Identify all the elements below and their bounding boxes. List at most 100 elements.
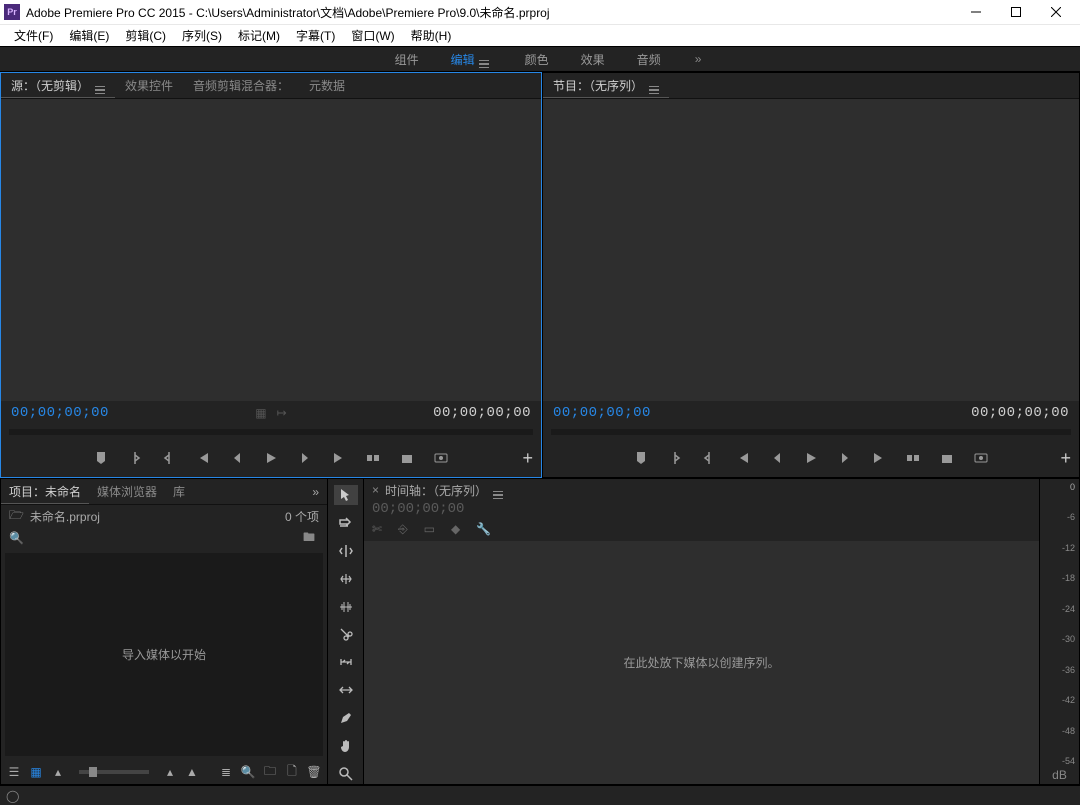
out-point-icon[interactable] — [701, 450, 717, 466]
program-timeline-scrubber[interactable] — [551, 429, 1071, 435]
workspace-menu-icon[interactable] — [479, 50, 489, 68]
slide-tool[interactable] — [334, 680, 358, 700]
program-timecode-left[interactable]: 00;00;00;00 — [553, 405, 651, 421]
menu-clip[interactable]: 剪辑(C) — [117, 27, 174, 44]
settings-icon[interactable]: 🔧 — [476, 522, 491, 536]
menu-marker[interactable]: 标记(M) — [230, 27, 288, 44]
workspace-effects[interactable]: 效果 — [565, 47, 621, 71]
marker-icon[interactable] — [633, 450, 649, 466]
search-icon[interactable]: 🔍 — [9, 531, 24, 545]
workspace-assembly[interactable]: 组件 — [379, 47, 435, 71]
insert-icon[interactable] — [365, 450, 381, 466]
menu-help[interactable]: 帮助(H) — [403, 27, 460, 44]
sort-small-icon[interactable]: ▴ — [163, 765, 177, 779]
tab-audio-clip-mixer[interactable]: 音频剪辑混合器： — [183, 73, 299, 98]
tab-metadata[interactable]: 元数据 — [299, 73, 355, 98]
icon-view-icon[interactable]: ▦ — [29, 765, 43, 779]
project-search-input[interactable] — [30, 531, 185, 545]
panel-menu-icon[interactable] — [649, 76, 659, 94]
play-icon[interactable] — [263, 450, 279, 466]
workspace-audio[interactable]: 音频 — [621, 47, 677, 71]
source-monitor-viewport[interactable] — [1, 99, 541, 401]
selection-tool[interactable] — [334, 485, 358, 505]
menu-file[interactable]: 文件(F) — [6, 27, 61, 44]
rate-stretch-tool[interactable] — [334, 597, 358, 617]
timeline-drop-area[interactable]: 在此处放下媒体以创建序列。 — [364, 541, 1039, 784]
program-timecode-right[interactable]: 00;00;00;00 — [971, 405, 1069, 421]
program-monitor-viewport[interactable] — [543, 99, 1079, 401]
loop-icon[interactable]: ↦ — [277, 406, 287, 420]
thumbnail-size-slider[interactable] — [79, 770, 149, 774]
close-panel-icon[interactable]: × — [372, 483, 379, 497]
new-item-icon[interactable]: 🗋 — [285, 765, 299, 779]
menu-window[interactable]: 窗口(W) — [343, 27, 402, 44]
add-button[interactable]: + — [1060, 448, 1071, 469]
out-point-icon[interactable] — [161, 450, 177, 466]
panel-menu-icon[interactable] — [493, 481, 503, 499]
add-marker-icon[interactable]: ▭ — [424, 522, 435, 536]
pen-tool[interactable] — [334, 708, 358, 728]
slip-tool[interactable] — [334, 652, 358, 672]
maximize-button[interactable] — [996, 0, 1036, 24]
project-tabs-more-icon[interactable]: » — [312, 485, 327, 499]
menu-title[interactable]: 字幕(T) — [288, 27, 343, 44]
export-frame-icon[interactable] — [433, 450, 449, 466]
minimize-button[interactable] — [956, 0, 996, 24]
razor-tool[interactable] — [334, 625, 358, 645]
overwrite-icon[interactable] — [399, 450, 415, 466]
new-bin-icon[interactable]: 🗀 — [263, 765, 277, 779]
clear-icon[interactable]: 🗑 — [307, 765, 321, 779]
go-to-out-icon[interactable] — [871, 450, 887, 466]
fit-icon[interactable]: ▦ — [255, 406, 266, 420]
snap-icon[interactable]: ✄ — [372, 522, 382, 536]
sort-large-icon[interactable]: ▲ — [185, 765, 199, 779]
tab-media-browser[interactable]: 媒体浏览器 — [89, 479, 165, 504]
timeline-marker-icon[interactable]: ◆ — [451, 522, 460, 536]
list-view-icon[interactable]: ☰ — [7, 765, 21, 779]
source-timeline-scrubber[interactable] — [9, 429, 533, 435]
workspace-color[interactable]: 颜色 — [509, 47, 565, 71]
workspace-editing[interactable]: 编辑 — [435, 47, 509, 71]
close-button[interactable] — [1036, 0, 1076, 24]
linked-selection-icon[interactable]: ⎆ — [398, 522, 408, 537]
tab-source[interactable]: 源：（无剪辑） — [1, 73, 115, 98]
menu-sequence[interactable]: 序列(S) — [174, 27, 230, 44]
creative-cloud-icon[interactable]: ◯ — [6, 789, 19, 803]
step-back-icon[interactable] — [769, 450, 785, 466]
ripple-edit-tool[interactable] — [334, 541, 358, 561]
find-icon[interactable]: 🔍 — [241, 765, 255, 779]
lift-icon[interactable] — [905, 450, 921, 466]
project-bin-area[interactable]: 导入媒体以开始 — [5, 553, 323, 756]
rolling-edit-tool[interactable] — [334, 569, 358, 589]
source-timecode-right[interactable]: 00;00;00;00 — [433, 405, 531, 421]
go-to-in-icon[interactable] — [735, 450, 751, 466]
timeline-timecode[interactable]: 00;00;00;00 — [364, 501, 1039, 517]
go-to-out-icon[interactable] — [331, 450, 347, 466]
step-back-icon[interactable] — [229, 450, 245, 466]
menu-edit[interactable]: 编辑(E) — [61, 27, 117, 44]
workspace-more-icon[interactable]: » — [695, 52, 702, 66]
automate-icon[interactable]: ≣ — [219, 765, 233, 779]
tab-effect-controls[interactable]: 效果控件 — [115, 73, 183, 98]
play-icon[interactable] — [803, 450, 819, 466]
step-forward-icon[interactable] — [297, 450, 313, 466]
tab-project[interactable]: 项目：未命名 — [1, 479, 89, 504]
add-button[interactable]: + — [522, 448, 533, 469]
track-select-tool[interactable] — [334, 513, 358, 533]
in-point-icon[interactable] — [667, 450, 683, 466]
go-to-in-icon[interactable] — [195, 450, 211, 466]
marker-icon[interactable] — [93, 450, 109, 466]
source-timecode-left[interactable]: 00;00;00;00 — [11, 405, 109, 421]
hand-tool[interactable] — [334, 736, 358, 756]
step-forward-icon[interactable] — [837, 450, 853, 466]
freeform-view-icon[interactable]: ▴ — [51, 765, 65, 779]
zoom-tool[interactable] — [334, 764, 358, 784]
extract-icon[interactable] — [939, 450, 955, 466]
export-frame-icon[interactable] — [973, 450, 989, 466]
panel-menu-icon[interactable] — [95, 76, 105, 94]
tab-program[interactable]: 节目：（无序列） — [543, 73, 669, 98]
tab-libraries[interactable]: 库 — [165, 479, 193, 504]
in-point-icon[interactable] — [127, 450, 143, 466]
audio-meter-scale[interactable]: 0 -6 -12 -18 -24 -30 -36 -42 -48 -54 — [1040, 483, 1079, 766]
filter-bin-icon[interactable]: 🖿 — [299, 531, 319, 545]
